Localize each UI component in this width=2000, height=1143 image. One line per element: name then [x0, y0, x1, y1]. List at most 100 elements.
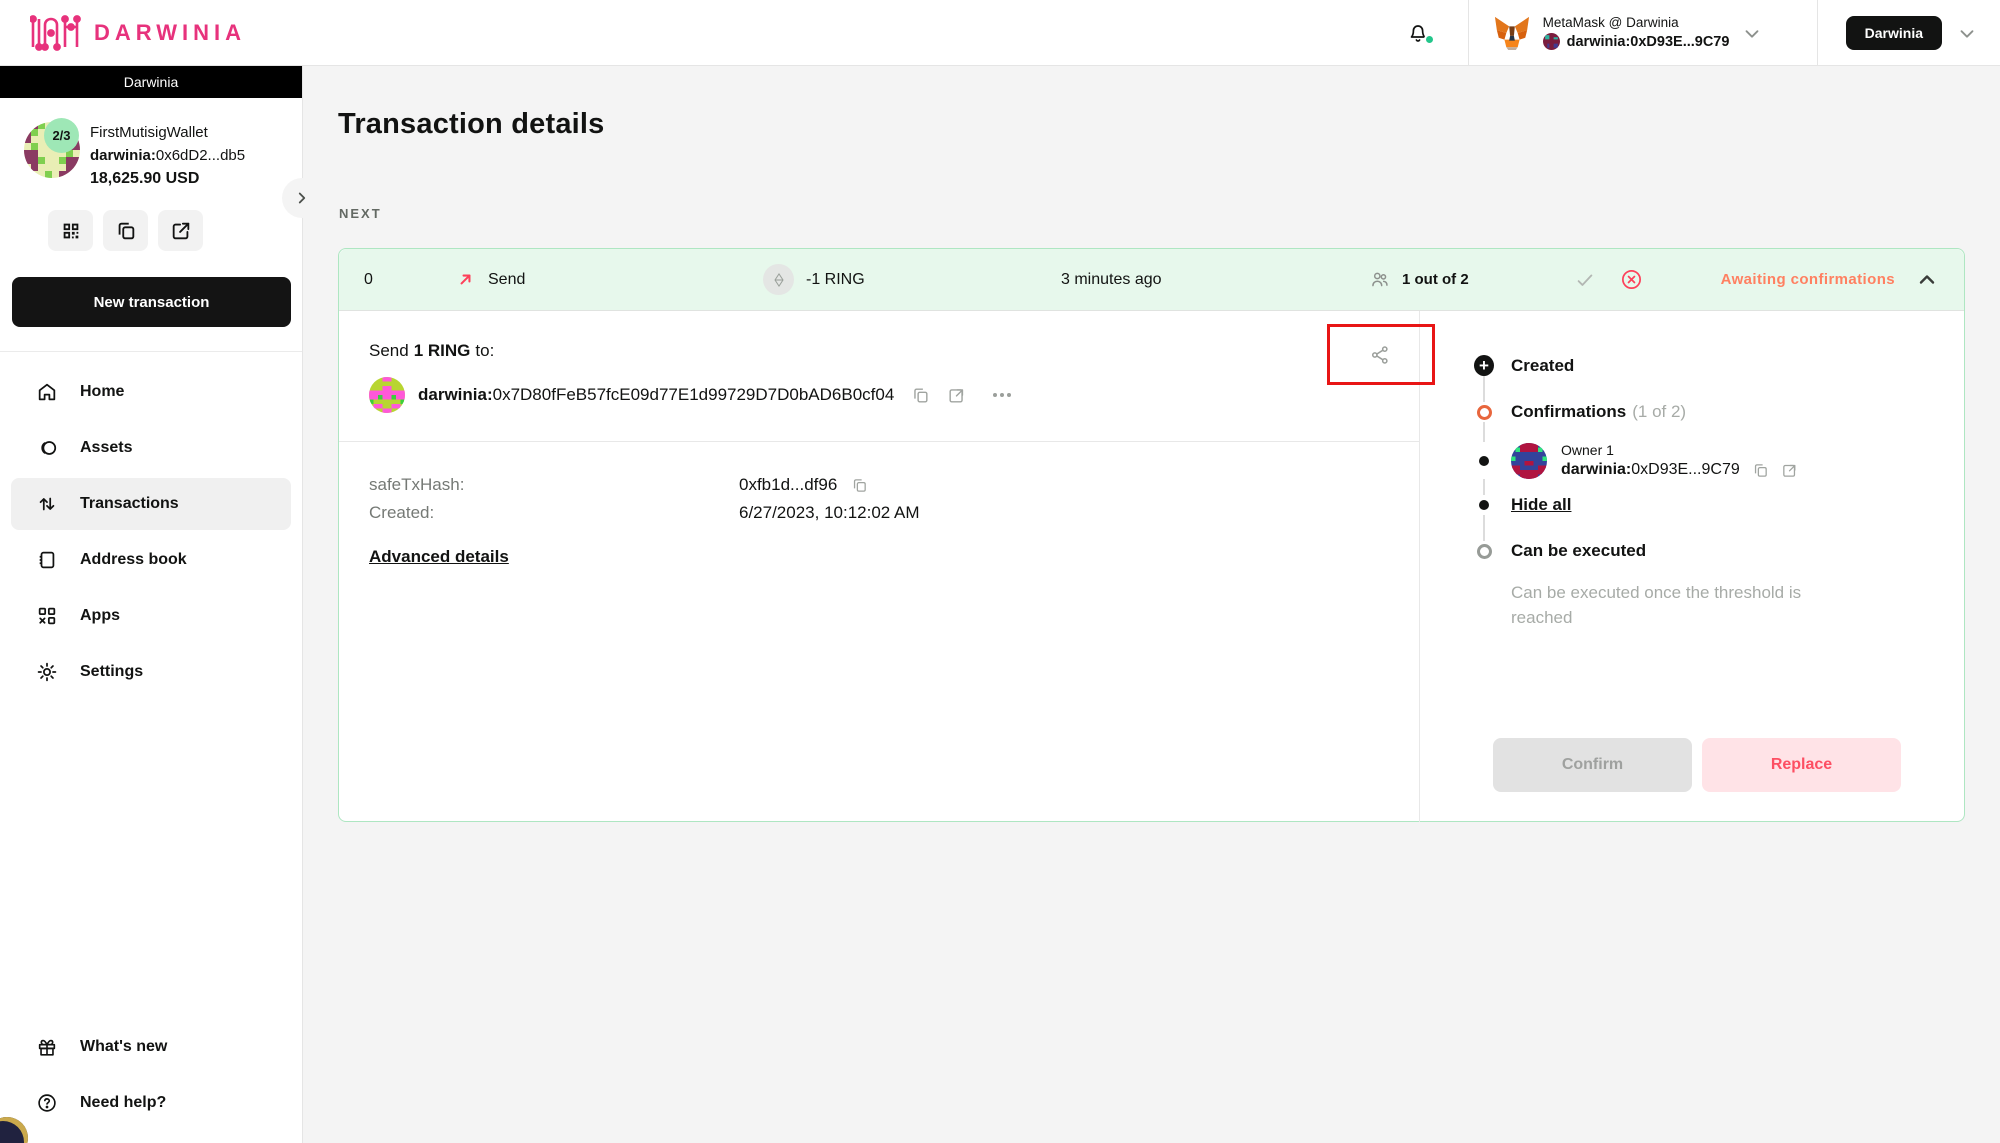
safe-quick-actions	[24, 188, 302, 251]
execute-hint-text: Can be executed once the threshold is re…	[1511, 581, 1821, 630]
safe-info: FirstMutisigWallet darwinia:0x6dD2...db5…	[90, 122, 290, 188]
brand-text: DARWINIA	[94, 20, 246, 46]
copy-address-button[interactable]	[103, 210, 148, 251]
open-explorer-button[interactable]	[158, 210, 203, 251]
sidebar: Darwinia Fi	[0, 66, 303, 1143]
more-options-icon[interactable]	[993, 393, 1011, 397]
send-amount: 1 RING	[414, 341, 471, 361]
tx-nonce: 0	[364, 271, 456, 289]
safe-balance: 18,625.90 USD	[90, 170, 290, 188]
recipient-address-prefix: darwinia:	[418, 385, 493, 404]
hide-all-link[interactable]: Hide all	[1511, 495, 1571, 515]
created-plus-icon: +	[1474, 355, 1494, 376]
sidebar-collapse-button[interactable]	[282, 178, 322, 218]
apps-icon	[36, 605, 58, 627]
safe-name: FirstMutisigWallet	[90, 124, 290, 141]
whats-new-label: What's new	[80, 1038, 167, 1056]
send-line: Send 1 RING to:	[369, 341, 1389, 361]
safetxhash-value-cell: 0xfb1d...df96	[739, 475, 868, 495]
timeline-can-be-executed: Can be executed	[1474, 541, 1924, 561]
token-icon	[763, 264, 794, 295]
timeline-connector	[1483, 479, 1485, 495]
safetxhash-row: safeTxHash: 0xfb1d...df96	[369, 475, 1389, 495]
provider-address-row: darwinia:0xD93E...9C79	[1543, 33, 1730, 50]
copy-recipient-button[interactable]	[911, 386, 930, 405]
owner-avatar	[1511, 443, 1547, 479]
transaction-detail-pane: Send 1 RING to:	[339, 311, 1419, 822]
sidebar-footer: What's new Need help?	[0, 1017, 302, 1133]
owner-address: darwinia:0xD93E...9C79	[1561, 461, 1740, 479]
chevron-up-icon[interactable]	[1915, 268, 1939, 292]
timeline-actions: Confirm Replace	[1493, 738, 1901, 792]
confirmations-label: Confirmations(1 of 2)	[1511, 402, 1686, 422]
copy-icon	[851, 477, 868, 494]
sidebar-item-transactions[interactable]: Transactions	[11, 478, 291, 530]
network-pill[interactable]: Darwinia	[1846, 16, 1942, 50]
qr-code-icon	[60, 220, 82, 242]
recipient-avatar	[369, 377, 405, 413]
notifications-button[interactable]	[1368, 0, 1468, 65]
transaction-body: Send 1 RING to:	[339, 311, 1964, 822]
recipient-explorer-button[interactable]	[947, 386, 966, 405]
gift-icon	[36, 1036, 58, 1058]
owner-block: Owner 1 darwinia:0xD93E...9C79	[1511, 442, 1798, 479]
sidebar-item-address-book[interactable]: Address book	[11, 534, 291, 586]
share-transaction-button[interactable]	[1369, 344, 1391, 366]
hide-all-dot-icon	[1474, 500, 1494, 510]
can-be-executed-label: Can be executed	[1511, 541, 1646, 561]
recipient-address-value: 0x7D80fFeB57fcE09d77E1d99729D7D0bAD6B0cf…	[493, 385, 895, 404]
confirmations-count: (1 of 2)	[1632, 402, 1686, 421]
main-content: Transaction details NEXT 0 Send -1 RING	[303, 66, 2000, 1143]
tx-type: Send	[488, 271, 525, 289]
wallet-provider-selector[interactable]: MetaMask @ Darwinia darwinia:0xD93E...9C…	[1468, 0, 1818, 65]
owner-address-value: 0xD93E...9C79	[1631, 461, 1740, 478]
confirmations-circle-icon	[1474, 405, 1494, 420]
qr-code-button[interactable]	[48, 210, 93, 251]
copy-safetxhash-button[interactable]	[851, 477, 868, 494]
sidebar-item-label: Address book	[80, 551, 187, 569]
confirm-button[interactable]: Confirm	[1493, 738, 1692, 792]
copy-owner-button[interactable]	[1752, 462, 1769, 479]
owner-address-prefix: darwinia:	[1561, 461, 1631, 478]
send-arrow-icon	[456, 270, 475, 289]
network-selector[interactable]: Darwinia	[1818, 0, 2000, 65]
tx-confirmations-cell: 1 out of 2	[1369, 269, 1469, 290]
threshold-badge: 2/3	[44, 118, 79, 153]
owner-address-row: darwinia:0xD93E...9C79	[1561, 461, 1798, 479]
timeline-connector	[1483, 376, 1485, 402]
owner-dot-icon	[1474, 456, 1494, 466]
timeline-confirmations: Confirmations(1 of 2)	[1474, 402, 1924, 422]
transaction-summary-row[interactable]: 0 Send -1 RING 3 minutes ago	[339, 249, 1964, 311]
timeline-connector	[1483, 515, 1485, 541]
header-right: MetaMask @ Darwinia darwinia:0xD93E...9C…	[1368, 0, 2000, 65]
tx-status-cluster: Awaiting confirmations	[1574, 268, 1939, 292]
recipient-address: darwinia:0x7D80fFeB57fcE09d77E1d99729D7D…	[418, 385, 894, 405]
recipient-row: darwinia:0x7D80fFeB57fcE09d77E1d99729D7D…	[369, 377, 1389, 413]
sidebar-item-assets[interactable]: Assets	[11, 422, 291, 474]
advanced-details-link[interactable]: Advanced details	[369, 547, 509, 567]
replace-button[interactable]: Replace	[1702, 738, 1901, 792]
provider-name: MetaMask @ Darwinia	[1543, 15, 1730, 30]
send-section: Send 1 RING to:	[339, 311, 1419, 441]
settings-gear-icon	[36, 661, 58, 683]
transactions-icon	[36, 493, 58, 515]
queue-section-label: NEXT	[339, 206, 382, 221]
darwinia-logo[interactable]: DARWINIA	[0, 15, 246, 51]
tx-time: 3 minutes ago	[1061, 271, 1369, 289]
sidebar-item-home[interactable]: Home	[11, 366, 291, 418]
safetxhash-label: safeTxHash:	[369, 475, 739, 495]
owner-explorer-button[interactable]	[1781, 462, 1798, 479]
owners-icon	[1369, 269, 1390, 290]
tx-confirmations-count: 1 out of 2	[1402, 271, 1469, 288]
safe-header: FirstMutisigWallet darwinia:0x6dD2...db5…	[0, 98, 302, 251]
sidebar-item-apps[interactable]: Apps	[11, 590, 291, 642]
whats-new-button[interactable]: What's new	[11, 1021, 291, 1073]
safe-address-value: 0x6dD2...db5	[156, 147, 245, 164]
timeline-created: + Created	[1474, 355, 1924, 376]
executed-circle-icon	[1474, 544, 1494, 559]
new-transaction-button[interactable]: New transaction	[12, 277, 291, 327]
address-book-icon	[36, 549, 58, 571]
need-help-button[interactable]: Need help?	[11, 1077, 291, 1129]
sidebar-item-settings[interactable]: Settings	[11, 646, 291, 698]
safetxhash-value: 0xfb1d...df96	[739, 475, 837, 495]
